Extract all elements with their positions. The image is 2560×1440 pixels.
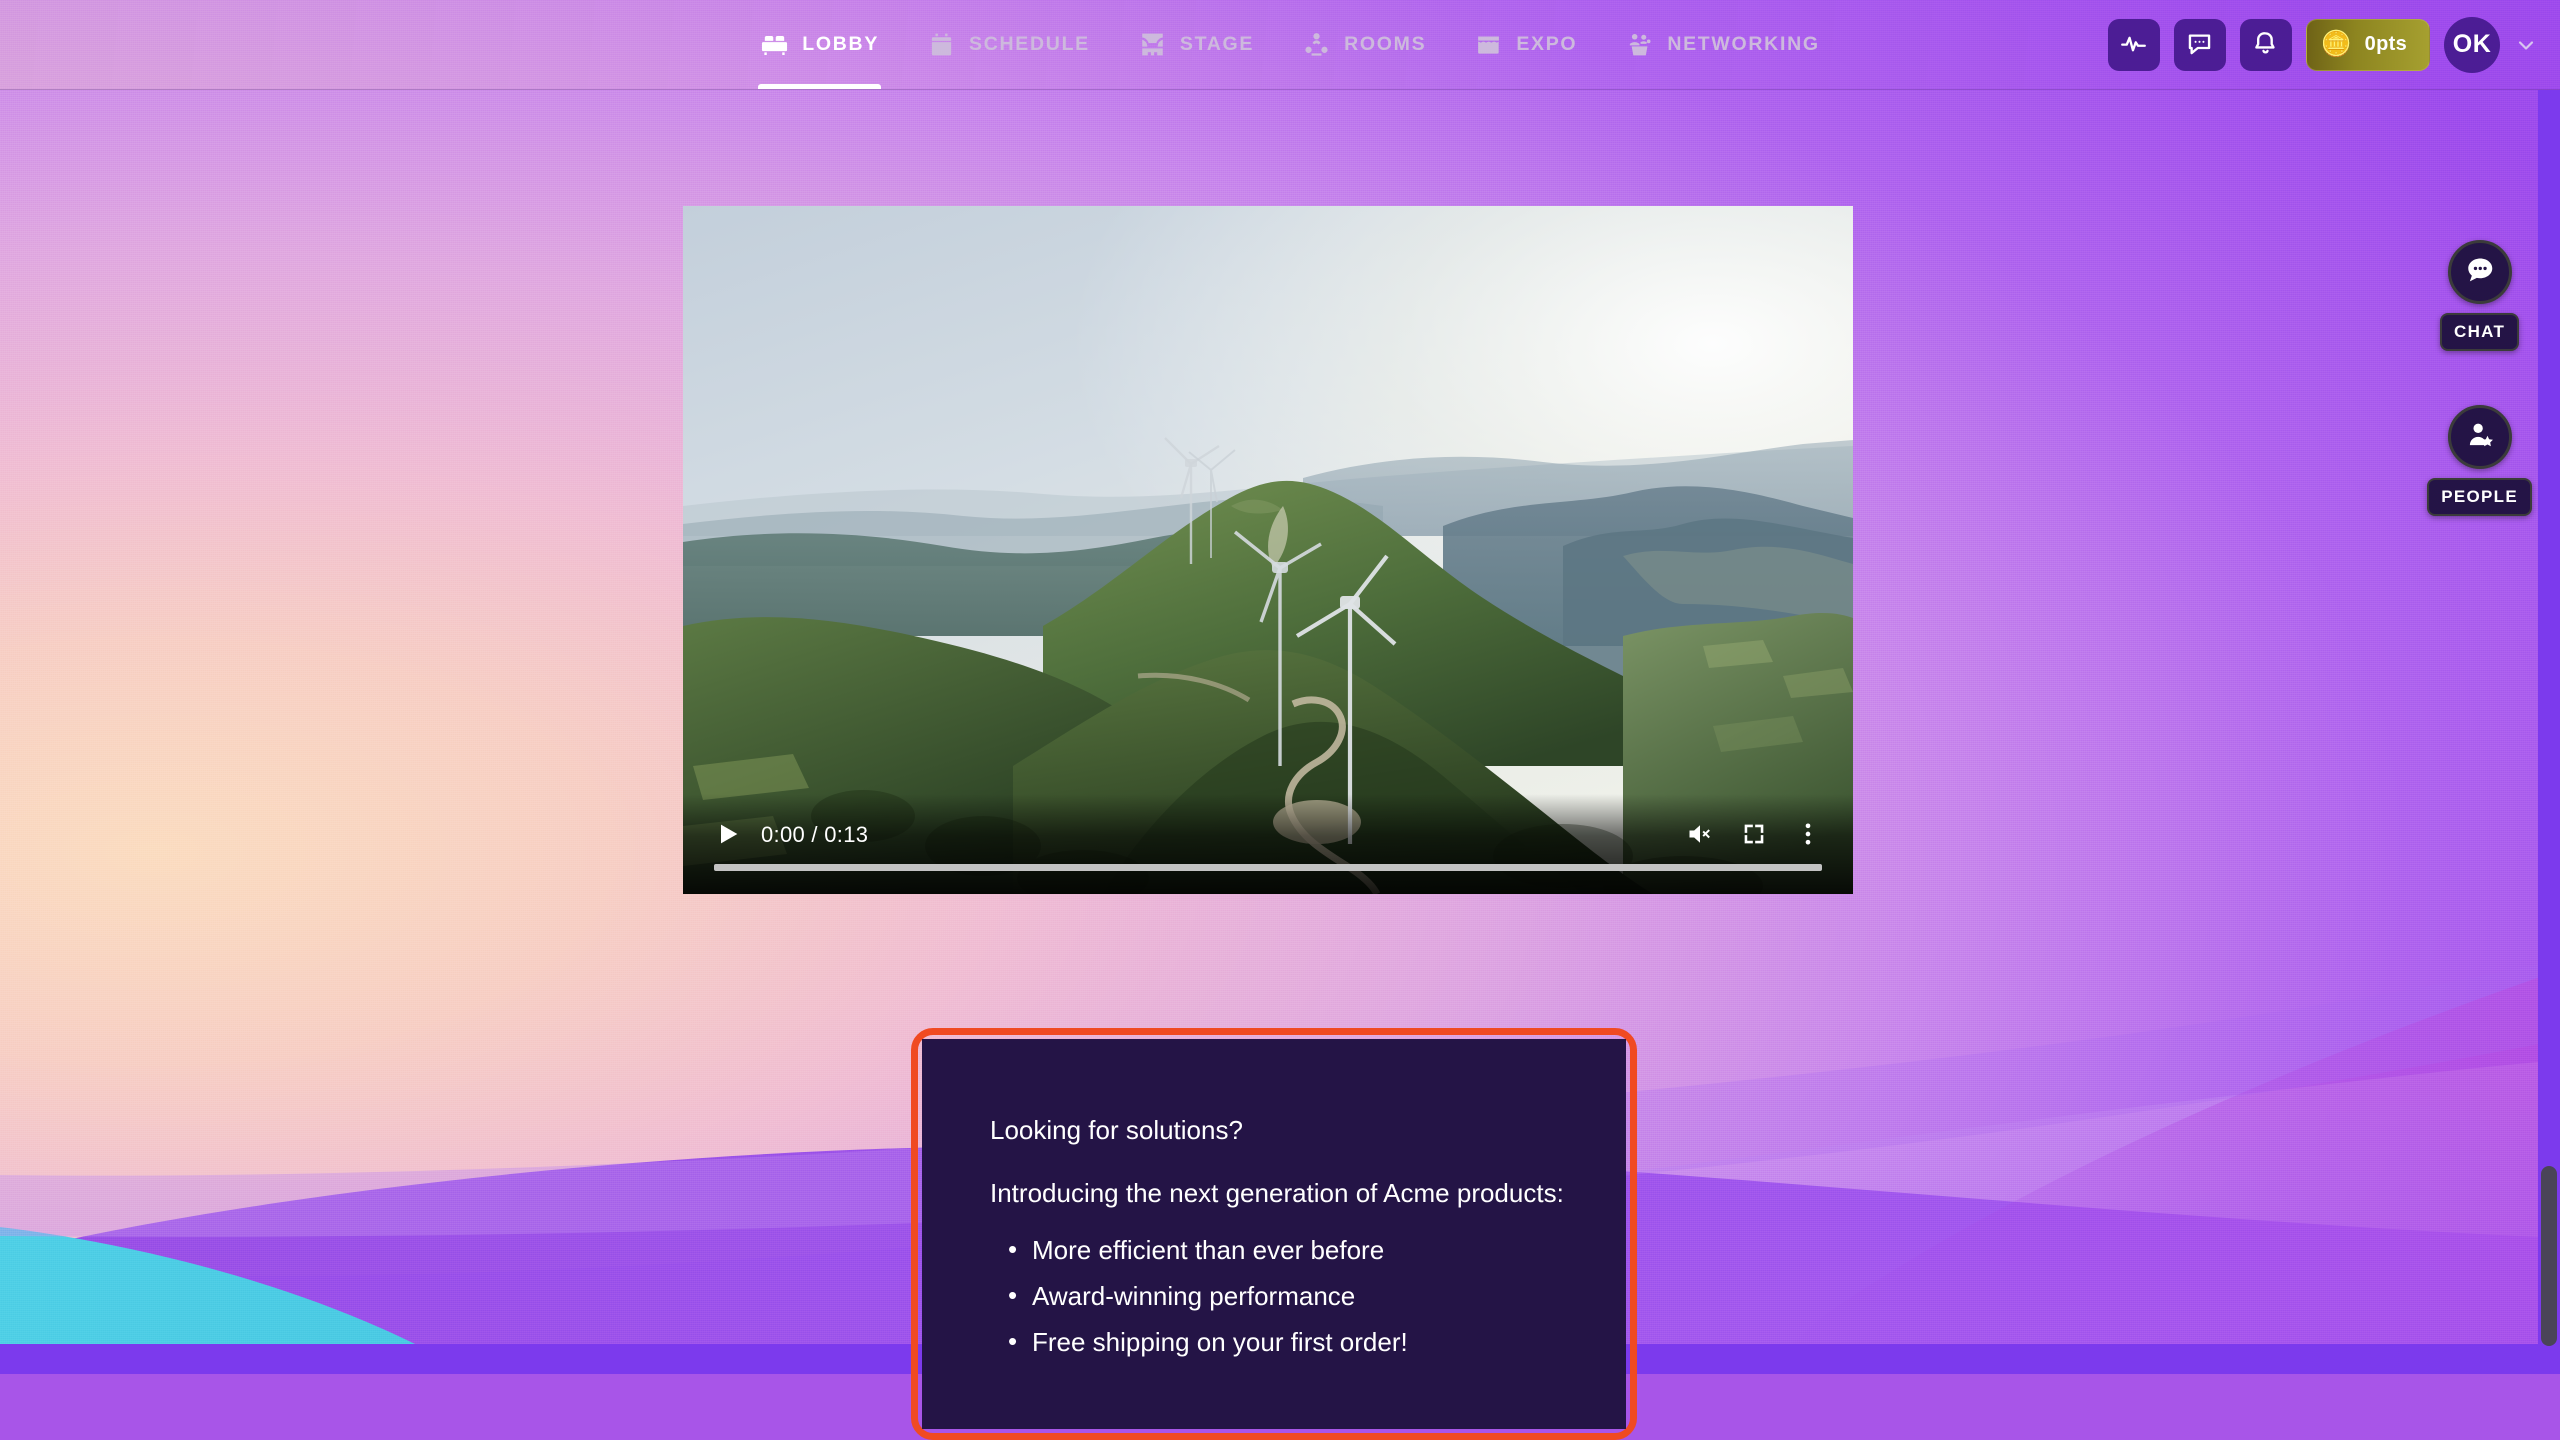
active-tab-underline (758, 84, 881, 89)
nav-item-expo[interactable]: EXPO (1450, 0, 1601, 89)
nav-item-rooms[interactable]: ROOMS (1278, 0, 1450, 89)
rail-group-chat: CHAT (2440, 240, 2519, 351)
volume-muted-icon (1686, 820, 1714, 851)
fullscreen-button[interactable] (1727, 808, 1781, 862)
nav-label: EXPO (1516, 35, 1577, 55)
rail-group-people: PEOPLE (2427, 405, 2532, 516)
video-progress-bar[interactable] (714, 864, 1822, 871)
nav-label: ROOMS (1344, 35, 1426, 55)
video-poster-frame (683, 206, 1853, 894)
nav-item-schedule[interactable]: SCHEDULE (903, 0, 1114, 89)
play-button[interactable] (701, 808, 755, 862)
nav-item-networking[interactable]: NETWORKING (1601, 0, 1843, 89)
page-scrollbar-thumb[interactable] (2541, 1166, 2557, 1346)
notification-bell-icon (2252, 30, 2279, 60)
mute-toggle-button[interactable] (1673, 808, 1727, 862)
video-time-display: 0:00 / 0:13 (761, 822, 868, 848)
user-avatar[interactable]: OK (2444, 17, 2500, 73)
chat-rail-label[interactable]: CHAT (2440, 313, 2519, 351)
chat-rail-button[interactable] (2448, 240, 2512, 304)
header-actions: 🪙 0pts OK (2108, 17, 2538, 73)
main-content: 0:00 / 0:13 (0, 90, 2560, 1374)
messages-button[interactable] (2174, 19, 2226, 71)
promo-subheading: Introducing the next generation of Acme … (990, 1178, 1568, 1209)
right-side-rail: CHAT PEOPLE (2427, 240, 2532, 516)
points-value: 0pts (2365, 33, 2407, 56)
group-icon (1302, 30, 1331, 59)
list-item: Award-winning performance (1032, 1281, 1568, 1312)
chat-bubble-icon (2464, 254, 2496, 291)
nav-label: SCHEDULE (969, 35, 1090, 55)
promo-heading: Looking for solutions? (990, 1115, 1568, 1146)
coins-icon: 🪙 (2321, 32, 2352, 57)
calendar-icon (927, 30, 956, 59)
top-header: LOBBY SCHEDULE STAGE ROOMS EXPO (0, 0, 2560, 90)
play-icon (714, 820, 742, 851)
activity-icon (2120, 30, 2147, 60)
list-item: More efficient than ever before (1032, 1235, 1568, 1266)
nav-label: NETWORKING (1667, 35, 1819, 55)
nav-label: LOBBY (802, 35, 879, 55)
main-navigation: LOBBY SCHEDULE STAGE ROOMS EXPO (716, 0, 1843, 89)
kebab-menu-icon (1794, 820, 1822, 851)
chat-bubble-icon (2186, 30, 2213, 60)
video-player[interactable]: 0:00 / 0:13 (683, 206, 1853, 894)
page-scrollbar-track[interactable] (2538, 90, 2560, 1374)
people-rail-button[interactable] (2448, 405, 2512, 469)
promo-card[interactable]: Looking for solutions? Introducing the n… (911, 1028, 1637, 1440)
promo-bullet-list: More efficient than ever before Award-wi… (990, 1235, 1568, 1358)
list-item: Free shipping on your first order! (1032, 1327, 1568, 1358)
points-badge[interactable]: 🪙 0pts (2306, 19, 2430, 71)
people-icon (1625, 30, 1654, 59)
nav-label: STAGE (1180, 35, 1254, 55)
chevron-down-icon[interactable] (2514, 33, 2538, 57)
promo-card-content: Looking for solutions? Introducing the n… (922, 1039, 1626, 1429)
storefront-icon (1474, 30, 1503, 59)
fullscreen-icon (1740, 820, 1768, 851)
nav-item-stage[interactable]: STAGE (1114, 0, 1278, 89)
nav-item-lobby[interactable]: LOBBY (736, 0, 903, 89)
activity-button[interactable] (2108, 19, 2160, 71)
theater-icon (1138, 30, 1167, 59)
video-controls: 0:00 / 0:13 (683, 794, 1853, 894)
avatar-initials: OK (2453, 30, 2492, 59)
person-star-icon (2464, 419, 2496, 456)
people-rail-label[interactable]: PEOPLE (2427, 478, 2532, 516)
more-options-button[interactable] (1781, 808, 1835, 862)
sofa-icon (760, 30, 789, 59)
notifications-button[interactable] (2240, 19, 2292, 71)
